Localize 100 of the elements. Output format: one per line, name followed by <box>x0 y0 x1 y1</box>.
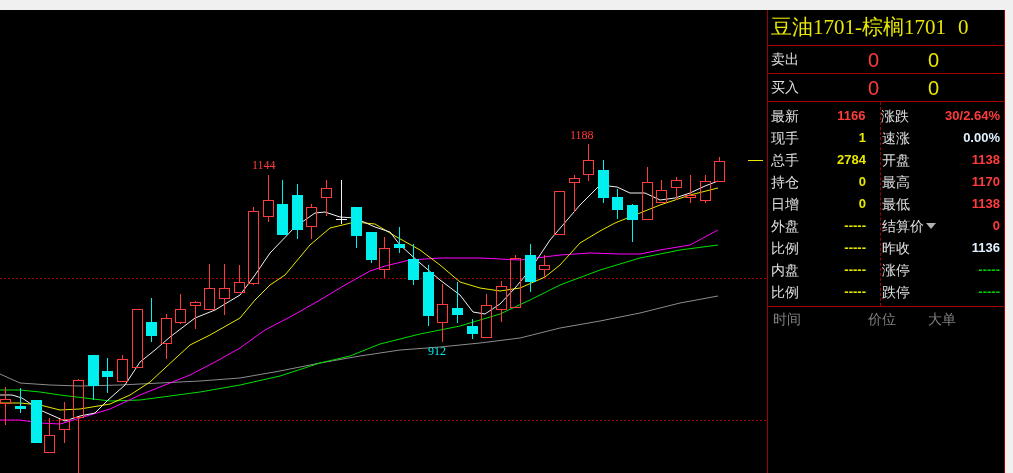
candlestick <box>598 159 609 204</box>
quote-label: 最新 <box>770 106 800 126</box>
order-label: 卖出 <box>770 50 800 69</box>
quote-value: ----- <box>843 217 866 236</box>
price-marker <box>747 160 764 161</box>
quote-label: 比例 <box>770 282 800 302</box>
candlestick <box>59 401 70 444</box>
candlestick <box>525 243 536 293</box>
quote-value: ----- <box>843 261 866 280</box>
quote-value: ----- <box>843 283 866 302</box>
candlestick <box>510 254 521 308</box>
candlestick <box>408 243 419 286</box>
candlestick <box>437 283 448 343</box>
candlestick <box>394 226 405 254</box>
quote-label: 涨跌 <box>881 106 910 126</box>
title-value: 0 <box>958 13 969 41</box>
quote-value: ----- <box>843 239 866 258</box>
candlestick <box>117 354 128 382</box>
candlestick <box>277 179 288 235</box>
dropdown-caret-icon[interactable] <box>926 223 936 229</box>
quote-value: 0 <box>857 195 866 214</box>
order-price: 0 <box>868 47 881 73</box>
column-header: 大单 <box>928 309 957 329</box>
candlestick <box>583 143 594 182</box>
candlestick <box>539 254 550 279</box>
candlestick <box>627 203 638 243</box>
quote-value: 1138 <box>970 152 1001 168</box>
quote-value: 0 <box>991 218 1001 234</box>
candlestick <box>292 183 303 240</box>
candlestick <box>481 293 492 338</box>
candlestick <box>351 207 362 249</box>
candlestick <box>219 263 230 316</box>
candlestick <box>88 355 99 401</box>
candlestick <box>379 236 390 279</box>
candlestick <box>132 309 143 368</box>
quote-value: 0.00% <box>962 130 1001 146</box>
column-header: 时间 <box>772 309 802 329</box>
column-header: 价位 <box>868 309 897 329</box>
quote-value: 1170 <box>970 174 1001 190</box>
quote-value: 1136 <box>970 240 1001 256</box>
candlestick <box>321 179 332 217</box>
quote-label: 最高 <box>882 172 910 192</box>
candlestick <box>0 386 11 426</box>
quote-label: 总手 <box>770 150 800 170</box>
candlestick <box>612 188 623 220</box>
candlestick <box>700 174 711 204</box>
candlestick <box>15 387 26 414</box>
candlestick <box>102 357 113 394</box>
quote-label: 内盘 <box>770 260 800 280</box>
candlestick <box>44 417 55 453</box>
candlestick <box>190 300 201 330</box>
candlestick <box>423 264 434 327</box>
price-label: 912 <box>428 344 446 358</box>
price-label: 1144 <box>252 158 276 172</box>
candlestick <box>642 166 653 220</box>
quote-value: 1166 <box>836 107 866 126</box>
candlestick <box>685 174 696 204</box>
quote-label: 现手 <box>770 128 800 148</box>
candlestick <box>31 400 42 443</box>
quote-label: 涨停 <box>882 260 910 280</box>
candlestick <box>335 179 348 225</box>
candlestick <box>234 264 245 293</box>
quote-value: 0 <box>857 173 866 192</box>
quote-label: 持仓 <box>770 172 800 192</box>
candlestick <box>656 179 667 204</box>
instrument-title: 豆油1701-棕榈1701 <box>771 13 946 41</box>
quote-label: 外盘 <box>770 216 800 236</box>
candlestick <box>671 176 682 201</box>
quote-value: 1138 <box>970 196 1001 212</box>
candlestick <box>161 313 172 360</box>
quote-label: 开盘 <box>882 150 910 170</box>
order-label: 买入 <box>770 78 800 97</box>
candlestick <box>714 156 725 182</box>
quote-value: 30/2.64% <box>945 108 1001 124</box>
candlestick <box>146 297 157 343</box>
price-label: 1188 <box>570 128 594 142</box>
candlestick <box>175 293 186 325</box>
quote-label: 最低 <box>882 194 910 214</box>
candlestick <box>452 281 463 324</box>
candlestick <box>366 232 377 264</box>
candlestick <box>306 203 317 240</box>
candlestick <box>496 280 507 323</box>
order-volume: 0 <box>928 75 940 101</box>
order-volume: 0 <box>928 47 940 73</box>
candlestick <box>569 174 580 213</box>
quote-value: 2784 <box>836 151 866 170</box>
quote-label: 结算价 <box>882 216 924 236</box>
candlestick <box>554 191 565 235</box>
quote-label: 昨收 <box>882 238 910 258</box>
quote-label: 日增 <box>770 194 800 214</box>
quote-value: ----- <box>977 262 1001 278</box>
candlestick <box>467 318 478 340</box>
candlestick <box>204 263 215 310</box>
quote-value: ----- <box>977 284 1001 300</box>
quote-label: 跌停 <box>882 282 910 302</box>
order-price: 0 <box>868 75 881 101</box>
quote-label: 速涨 <box>882 128 910 148</box>
candlestick <box>263 174 274 223</box>
quote-label: 比例 <box>770 238 800 258</box>
quote-value: 1 <box>857 129 866 148</box>
